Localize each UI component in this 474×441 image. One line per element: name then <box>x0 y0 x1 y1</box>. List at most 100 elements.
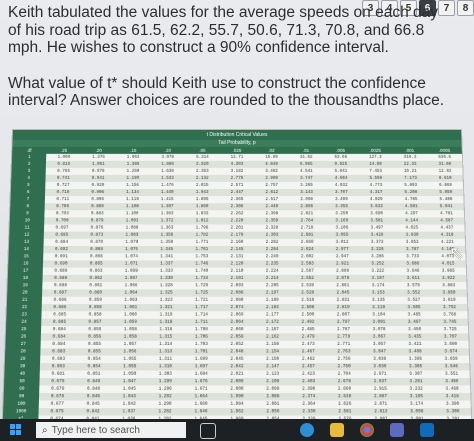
t-table-cell: 0.879 <box>79 217 115 225</box>
t-table-cell: 2.971 <box>373 372 387 377</box>
t-table-cell: 1.061 <box>112 303 149 312</box>
t-table-cell: 0.685 <box>53 312 67 318</box>
t-table-cell: 2.110 <box>230 269 244 274</box>
t-table-cell: 3.372 <box>370 240 384 245</box>
t-table-cell: 2.921 <box>324 260 361 268</box>
t-table-cell: 3.883 <box>442 283 456 288</box>
store-icon[interactable] <box>390 423 404 437</box>
t-table-cell: 1.328 <box>159 283 173 288</box>
t-table-cell: 1.372 <box>149 217 185 225</box>
t-table-corner: df <box>12 146 47 154</box>
t-table-cell: 2.162 <box>254 333 291 341</box>
t-table-cell: 2.539 <box>301 283 315 288</box>
t-table-cell: 2.681 <box>289 231 325 239</box>
t-table-cell: 1.753 <box>195 254 209 259</box>
t-table-row: 15 0.691 0.866 1.074 1.341 1.753 2.131 2.249 2.6… <box>8 253 465 261</box>
taskbar-search-box[interactable]: ⌕ Type here to search <box>36 422 186 438</box>
t-table-cell: 2.896 <box>289 203 325 211</box>
t-table-cell: 6.314 <box>196 155 209 160</box>
t-table-cell: 3.460 <box>445 387 459 392</box>
windows-start-icon[interactable] <box>10 424 22 436</box>
mail-icon[interactable] <box>420 423 434 437</box>
t-table-cell: 0.692 <box>43 245 80 254</box>
t-table-cell: 2.099 <box>266 387 280 392</box>
t-table-cell: 3.659 <box>444 357 458 362</box>
t-table-cell: 31.60 <box>427 160 463 168</box>
t-table-cell: 0.889 <box>79 203 115 211</box>
t-table-cell: 0.849 <box>75 377 112 386</box>
t-table-cell: 1.060 <box>124 312 138 318</box>
t-table-cell: 1.699 <box>194 357 208 362</box>
t-table-cell: 2.398 <box>265 211 279 216</box>
t-table-row: 20 0.687 0.860 1.064 1.325 1.725 2.086 2.197 2.5… <box>7 289 467 297</box>
t-table-cell: 3.435 <box>396 333 433 341</box>
t-table-cell: 0.870 <box>90 240 104 245</box>
t-table-cell: 3.390 <box>445 402 460 407</box>
t-table-cell: 2.423 <box>301 372 316 377</box>
t-table-cell: 0.851 <box>87 372 101 377</box>
t-table-cell: 10.21 <box>403 169 417 174</box>
t-table-df-cell: 18 <box>7 274 44 283</box>
task-view-icon[interactable] <box>200 423 216 439</box>
t-table-cell: 1.729 <box>195 283 209 288</box>
t-table-cell: 0.685 <box>41 318 78 327</box>
t-table-cell: 1.337 <box>148 260 185 268</box>
t-table-cell: 3.725 <box>443 327 457 332</box>
edge-browser-icon[interactable] <box>300 423 314 437</box>
t-table-cell: 2.197 <box>254 289 290 297</box>
t-table-df-cell: 50 <box>4 377 41 386</box>
t-table-cell: 1.083 <box>114 231 150 239</box>
t-table-cell: 3.581 <box>359 217 395 225</box>
t-table-cell: 2.214 <box>254 274 290 283</box>
t-table-cell: 2.678 <box>326 377 363 386</box>
t-table-cell: 3.385 <box>397 363 434 371</box>
t-table-cell: 4.587 <box>429 217 465 225</box>
t-table-row: 26 0.684 0.856 1.058 1.315 1.706 2.056 2.162 2.4… <box>5 333 469 341</box>
t-table-cell: 3.232 <box>409 387 423 392</box>
t-table-row: 23 0.685 0.858 1.060 1.319 1.714 2.069 2.177 2.5… <box>6 311 467 319</box>
t-table-cell: 1.058 <box>123 327 137 332</box>
t-table-col-header: .20 <box>81 146 117 154</box>
t-table-cell: 2.552 <box>289 274 326 283</box>
t-table-cell: 2.756 <box>337 357 351 362</box>
t-table-cell: 2.819 <box>325 303 361 312</box>
file-explorer-icon[interactable] <box>330 423 344 437</box>
t-table-cell: 1.290 <box>158 402 172 407</box>
t-table-cell: 1.316 <box>159 327 173 332</box>
t-table-cell: 1.703 <box>194 342 208 347</box>
t-table-cell: 1.746 <box>184 260 220 268</box>
t-table-cell: 0.862 <box>78 274 114 283</box>
t-table-cell: 0.765 <box>57 169 70 174</box>
t-table-cell: 2.999 <box>254 174 290 182</box>
t-table-col-header: .10 <box>150 146 186 154</box>
t-table-cell: 2.462 <box>301 357 315 362</box>
t-table-df-cell: 16 <box>8 260 44 268</box>
t-table-cell: 3.482 <box>265 169 278 174</box>
t-table-cell: 2.449 <box>254 203 290 211</box>
t-table-df-cell: 14 <box>8 245 44 254</box>
t-table-cell: 2.518 <box>301 298 315 303</box>
t-table-cell: 1.119 <box>126 197 139 202</box>
screen: 345678 Keith tabulated the values for th… <box>0 0 474 441</box>
question-tab-8[interactable]: 8 <box>457 0 474 16</box>
t-table-cell: 1.057 <box>123 342 137 347</box>
t-table-cell: 1.066 <box>124 283 138 288</box>
chrome-icon[interactable] <box>360 423 374 437</box>
t-table-df-cell: 40 <box>4 370 41 378</box>
t-table-cell: 2.567 <box>300 269 314 274</box>
t-table-cell: 3.143 <box>289 188 324 197</box>
t-table-cell: 2.612 <box>254 188 290 197</box>
t-table-cell: 2.060 <box>230 327 244 332</box>
t-table-cell: 0.706 <box>45 203 81 211</box>
t-table-cell: 1.325 <box>148 289 184 297</box>
t-table-cell: 1.055 <box>111 363 148 371</box>
t-table-cell: 2.845 <box>325 289 361 297</box>
t-table-cell: 2.787 <box>337 327 351 332</box>
t-table-df-cell: 28 <box>5 348 41 356</box>
t-table-row: 19 0.688 0.861 1.066 1.328 1.729 2.093 2.205 2.5… <box>7 282 466 290</box>
t-table-row: 29 0.683 0.854 1.055 1.311 1.699 2.045 2.150 2.4… <box>4 355 469 364</box>
t-table-col-header: .001 <box>392 146 428 154</box>
t-table-cell: 0.727 <box>56 183 70 188</box>
question-text: Keith tabulated the values for the avera… <box>8 4 438 56</box>
t-table-cell: 1.067 <box>113 274 149 283</box>
